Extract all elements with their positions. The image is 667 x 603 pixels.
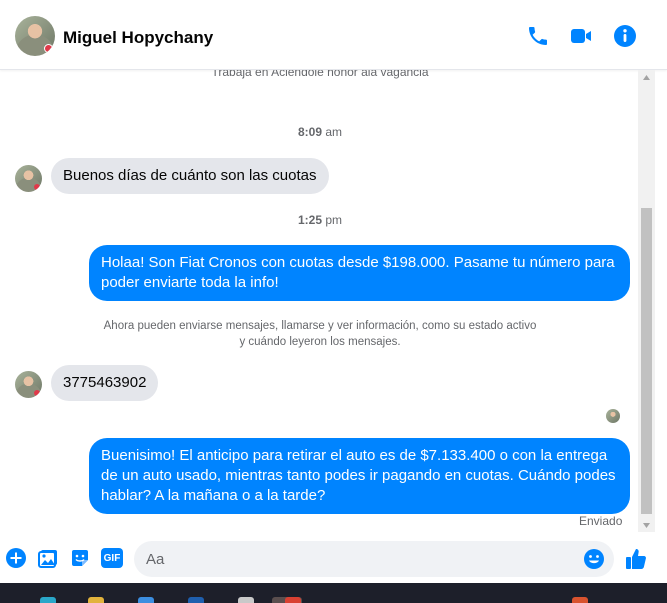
gif-icon[interactable]: GIF xyxy=(101,548,123,568)
emoji-icon[interactable] xyxy=(583,548,605,570)
timestamp-unit: pm xyxy=(325,213,343,227)
scroll-up-arrow-icon[interactable] xyxy=(638,70,655,84)
thread-scrollbar[interactable] xyxy=(638,70,655,532)
contact-avatar-small[interactable] xyxy=(15,165,42,192)
taskbar-folder-icon[interactable] xyxy=(88,597,104,603)
message-input-wrapper[interactable] xyxy=(134,541,614,577)
system-notice: Ahora pueden enviarse mensajes, llamarse… xyxy=(103,320,537,348)
timestamp-unit: am xyxy=(325,125,343,139)
profile-bio: Trabaja en Aciendole honor ala vagancia xyxy=(211,70,429,79)
seen-avatar xyxy=(606,409,620,423)
photo-icon[interactable] xyxy=(37,547,59,569)
conversation-header: Miguel Hopychany xyxy=(0,0,667,70)
message-thread[interactable]: Trabaja en Aciendole honor ala vagancia … xyxy=(0,70,640,532)
timestamp-time: 8:09 xyxy=(297,125,322,139)
message-input[interactable] xyxy=(146,541,576,577)
timestamp-time: 1:25 xyxy=(297,213,322,227)
taskbar-app-icon[interactable] xyxy=(188,597,204,603)
info-icon[interactable] xyxy=(613,24,637,48)
taskbar-browser-icon[interactable] xyxy=(285,597,301,603)
timestamp: 1:25 pm xyxy=(0,213,640,227)
contact-avatar-small[interactable] xyxy=(15,371,42,398)
outgoing-message[interactable]: Holaa! Son Fiat Cronos con cuotas desde … xyxy=(89,245,630,301)
add-circle-icon[interactable] xyxy=(5,547,27,569)
outgoing-message[interactable]: Buenisimo! El anticipo para retirar el a… xyxy=(89,438,630,514)
incoming-message[interactable]: 3775463902 xyxy=(51,365,159,401)
phone-icon[interactable] xyxy=(526,24,550,48)
taskbar-tray-icon[interactable] xyxy=(572,597,588,603)
taskbar-app-icon[interactable] xyxy=(238,597,254,603)
incoming-message[interactable]: Buenos días de cuánto son las cuotas xyxy=(51,158,329,194)
presence-badge xyxy=(44,44,53,53)
thumbs-up-icon[interactable] xyxy=(624,547,648,571)
timestamp: 8:09 am xyxy=(0,125,640,139)
contact-avatar[interactable] xyxy=(15,16,55,56)
taskbar-app-icon[interactable] xyxy=(40,597,56,603)
scroll-down-arrow-icon[interactable] xyxy=(638,518,655,532)
taskbar-app-icon[interactable] xyxy=(138,597,154,603)
sent-status: Enviado xyxy=(579,514,623,528)
contact-name[interactable]: Miguel Hopychany xyxy=(63,28,213,48)
video-camera-icon[interactable] xyxy=(569,24,593,48)
scrollbar-thumb[interactable] xyxy=(641,208,652,514)
os-taskbar xyxy=(0,583,667,603)
sticker-icon[interactable] xyxy=(69,547,91,569)
message-composer: GIF xyxy=(0,535,667,583)
